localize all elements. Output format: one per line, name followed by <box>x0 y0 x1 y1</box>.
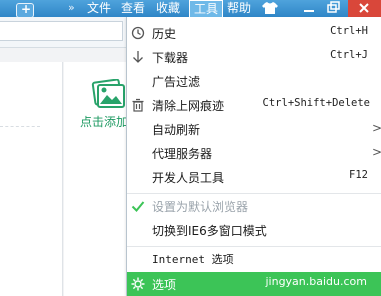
menu-item-switch-ie6-mode[interactable]: 切换到IE6多窗口模式 <box>127 218 381 242</box>
menu-item-label: 开发人员工具 <box>152 171 225 185</box>
submenu-arrow-icon: > <box>371 121 381 135</box>
menu-item-label: Internet 选项 <box>152 253 234 266</box>
menu-file[interactable]: 文件 <box>87 0 111 17</box>
left-panel <box>0 62 63 296</box>
menu-item-label: 广告过滤 <box>152 75 201 89</box>
menu-item-label: 代理服务器 <box>152 147 213 161</box>
menu-item-history[interactable]: 历史 Ctrl+H <box>127 21 381 45</box>
menu-item-label: 切换到IE6多窗口模式 <box>152 224 267 238</box>
clock-icon <box>131 26 145 40</box>
menu-bar: + » 文件 查看 收藏 工具 帮助 <box>0 0 381 18</box>
shortcut-text: F12 <box>349 169 368 181</box>
menu-item-developer-tools[interactable]: 开发人员工具 F12 <box>127 165 381 189</box>
menu-view[interactable]: 查看 <box>121 0 145 17</box>
menu-item-label: 历史 <box>152 27 177 41</box>
menu-item-clear-traces[interactable]: 清除上网痕迹 Ctrl+Shift+Delete <box>127 93 381 117</box>
menu-item-label: 清除上网痕迹 <box>152 99 225 113</box>
skin-shirt-icon[interactable] <box>262 1 278 15</box>
divider <box>0 126 40 127</box>
menu-help[interactable]: 帮助 <box>227 0 251 17</box>
menu-item-internet-options[interactable]: Internet 选项 <box>127 247 381 271</box>
menu-item-downloader[interactable]: 下载器 Ctrl+J <box>127 45 381 69</box>
shortcut-text: Ctrl+Shift+Delete <box>262 97 370 109</box>
download-arrow-icon <box>133 51 143 63</box>
picture-icon <box>91 79 125 108</box>
watermark-text: jingyan.baidu.com <box>265 275 367 288</box>
restore-icon[interactable] <box>322 0 344 17</box>
minimize-icon[interactable] <box>298 0 320 17</box>
menu-item-label: 下载器 <box>152 51 189 65</box>
checkmark-icon <box>131 201 145 212</box>
menu-tools[interactable]: 工具 <box>189 0 224 17</box>
menu-item-ad-filter[interactable]: 广告过滤 <box>127 69 381 93</box>
close-icon[interactable] <box>348 0 381 17</box>
plus-icon: + <box>21 2 32 16</box>
trash-icon <box>132 98 144 112</box>
menu-item-set-default-browser: 设置为默认浏览器 <box>127 194 381 218</box>
submenu-arrow-icon: > <box>371 145 381 159</box>
menu-item-label: 选项 <box>152 278 177 292</box>
menu-item-proxy-server[interactable]: 代理服务器 > <box>127 141 381 165</box>
menu-favorites[interactable]: 收藏 <box>156 0 180 17</box>
menu-item-label: 设置为默认浏览器 <box>152 200 249 214</box>
chevron-right-icon[interactable]: » <box>68 1 75 14</box>
shortcut-text: Ctrl+J <box>330 49 368 61</box>
menu-item-auto-refresh[interactable]: 自动刷新 > <box>127 117 381 141</box>
shortcut-text: Ctrl+H <box>330 25 368 37</box>
address-input[interactable] <box>0 21 123 41</box>
new-tab-button[interactable]: + <box>16 2 34 18</box>
tools-dropdown-menu: 历史 Ctrl+H 下载器 Ctrl+J 广告过滤 清除上网痕迹 Ctrl+Sh… <box>126 17 381 296</box>
gear-icon <box>131 277 145 291</box>
menu-item-label: 自动刷新 <box>152 123 201 137</box>
add-site-label[interactable]: 点击添加 <box>80 113 128 130</box>
